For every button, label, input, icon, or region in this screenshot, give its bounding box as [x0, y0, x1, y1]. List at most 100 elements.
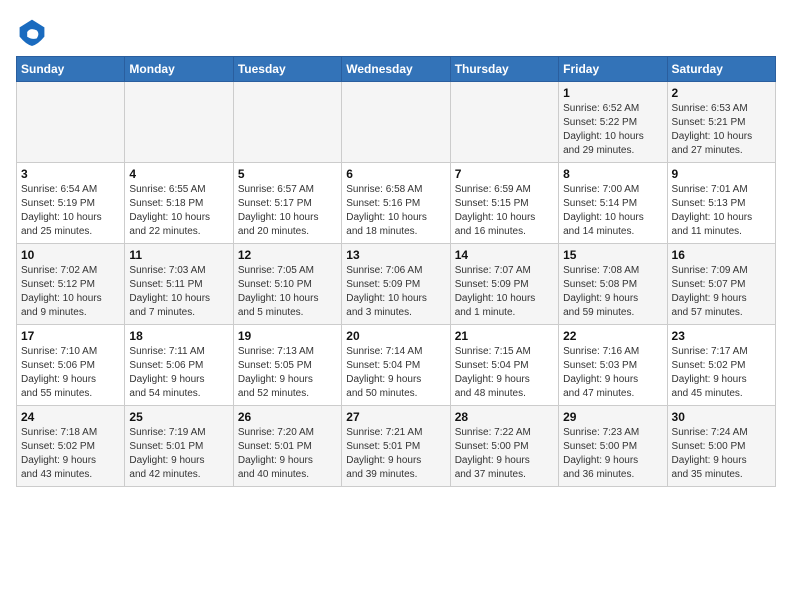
- calendar-header-monday: Monday: [125, 57, 233, 82]
- day-info: Sunrise: 6:52 AM Sunset: 5:22 PM Dayligh…: [563, 102, 662, 158]
- day-info: Sunrise: 7:24 AM Sunset: 5:00 PM Dayligh…: [672, 426, 771, 482]
- calendar-week-row: 10 Sunrise: 7:02 AM Sunset: 5:12 PM Dayli…: [17, 244, 776, 325]
- day-number: 23: [672, 329, 771, 343]
- calendar-cell: 23 Sunrise: 7:17 AM Sunset: 5:02 PM Dayli…: [667, 325, 775, 406]
- day-info: Sunrise: 7:23 AM Sunset: 5:00 PM Dayligh…: [563, 426, 662, 482]
- page-header: [16, 16, 776, 48]
- calendar-week-row: 17 Sunrise: 7:10 AM Sunset: 5:06 PM Dayli…: [17, 325, 776, 406]
- day-info: Sunrise: 7:21 AM Sunset: 5:01 PM Dayligh…: [346, 426, 445, 482]
- day-number: 1: [563, 86, 662, 100]
- day-info: Sunrise: 7:09 AM Sunset: 5:07 PM Dayligh…: [672, 264, 771, 320]
- day-info: Sunrise: 6:58 AM Sunset: 5:16 PM Dayligh…: [346, 183, 445, 239]
- day-info: Sunrise: 7:03 AM Sunset: 5:11 PM Dayligh…: [129, 264, 228, 320]
- day-info: Sunrise: 7:17 AM Sunset: 5:02 PM Dayligh…: [672, 345, 771, 401]
- day-info: Sunrise: 7:13 AM Sunset: 5:05 PM Dayligh…: [238, 345, 337, 401]
- logo: [16, 16, 52, 48]
- day-info: Sunrise: 7:02 AM Sunset: 5:12 PM Dayligh…: [21, 264, 120, 320]
- day-number: 22: [563, 329, 662, 343]
- day-number: 10: [21, 248, 120, 262]
- calendar-header-wednesday: Wednesday: [342, 57, 450, 82]
- day-number: 17: [21, 329, 120, 343]
- day-info: Sunrise: 7:08 AM Sunset: 5:08 PM Dayligh…: [563, 264, 662, 320]
- day-number: 29: [563, 410, 662, 424]
- calendar-cell: 29 Sunrise: 7:23 AM Sunset: 5:00 PM Dayli…: [559, 406, 667, 487]
- day-number: 24: [21, 410, 120, 424]
- day-info: Sunrise: 7:01 AM Sunset: 5:13 PM Dayligh…: [672, 183, 771, 239]
- day-number: 28: [455, 410, 554, 424]
- day-number: 25: [129, 410, 228, 424]
- day-info: Sunrise: 6:55 AM Sunset: 5:18 PM Dayligh…: [129, 183, 228, 239]
- calendar-header-thursday: Thursday: [450, 57, 558, 82]
- day-info: Sunrise: 6:57 AM Sunset: 5:17 PM Dayligh…: [238, 183, 337, 239]
- day-number: 9: [672, 167, 771, 181]
- day-info: Sunrise: 7:15 AM Sunset: 5:04 PM Dayligh…: [455, 345, 554, 401]
- day-info: Sunrise: 7:18 AM Sunset: 5:02 PM Dayligh…: [21, 426, 120, 482]
- day-info: Sunrise: 7:20 AM Sunset: 5:01 PM Dayligh…: [238, 426, 337, 482]
- day-info: Sunrise: 7:22 AM Sunset: 5:00 PM Dayligh…: [455, 426, 554, 482]
- calendar-cell: 12 Sunrise: 7:05 AM Sunset: 5:10 PM Dayli…: [233, 244, 341, 325]
- day-info: Sunrise: 7:05 AM Sunset: 5:10 PM Dayligh…: [238, 264, 337, 320]
- calendar-cell: 21 Sunrise: 7:15 AM Sunset: 5:04 PM Dayli…: [450, 325, 558, 406]
- calendar-week-row: 1 Sunrise: 6:52 AM Sunset: 5:22 PM Daylig…: [17, 82, 776, 163]
- day-info: Sunrise: 7:14 AM Sunset: 5:04 PM Dayligh…: [346, 345, 445, 401]
- day-info: Sunrise: 6:59 AM Sunset: 5:15 PM Dayligh…: [455, 183, 554, 239]
- calendar-header-tuesday: Tuesday: [233, 57, 341, 82]
- calendar-table: SundayMondayTuesdayWednesdayThursdayFrid…: [16, 56, 776, 487]
- calendar-cell: 24 Sunrise: 7:18 AM Sunset: 5:02 PM Dayli…: [17, 406, 125, 487]
- day-number: 19: [238, 329, 337, 343]
- calendar-cell: 16 Sunrise: 7:09 AM Sunset: 5:07 PM Dayli…: [667, 244, 775, 325]
- day-info: Sunrise: 6:53 AM Sunset: 5:21 PM Dayligh…: [672, 102, 771, 158]
- calendar-cell: 13Sunrise: 7:06 AM Sunset: 5:09 PM Dayli…: [342, 244, 450, 325]
- day-number: 2: [672, 86, 771, 100]
- calendar-week-row: 24 Sunrise: 7:18 AM Sunset: 5:02 PM Dayli…: [17, 406, 776, 487]
- day-info: Sunrise: 7:11 AM Sunset: 5:06 PM Dayligh…: [129, 345, 228, 401]
- calendar-cell: 2 Sunrise: 6:53 AM Sunset: 5:21 PM Daylig…: [667, 82, 775, 163]
- day-info: Sunrise: 6:54 AM Sunset: 5:19 PM Dayligh…: [21, 183, 120, 239]
- calendar-header-saturday: Saturday: [667, 57, 775, 82]
- day-info: Sunrise: 7:16 AM Sunset: 5:03 PM Dayligh…: [563, 345, 662, 401]
- calendar-week-row: 3 Sunrise: 6:54 AM Sunset: 5:19 PM Daylig…: [17, 163, 776, 244]
- calendar-cell: 27 Sunrise: 7:21 AM Sunset: 5:01 PM Dayli…: [342, 406, 450, 487]
- calendar-cell: 18 Sunrise: 7:11 AM Sunset: 5:06 PM Dayli…: [125, 325, 233, 406]
- calendar-cell: [17, 82, 125, 163]
- logo-icon: [16, 16, 48, 48]
- day-info: Sunrise: 7:07 AM Sunset: 5:09 PM Dayligh…: [455, 264, 554, 320]
- calendar-cell: 8Sunrise: 7:00 AM Sunset: 5:14 PM Daylig…: [559, 163, 667, 244]
- calendar-cell: 30 Sunrise: 7:24 AM Sunset: 5:00 PM Dayli…: [667, 406, 775, 487]
- calendar-cell: 6 Sunrise: 6:58 AM Sunset: 5:16 PM Daylig…: [342, 163, 450, 244]
- calendar-cell: 7 Sunrise: 6:59 AM Sunset: 5:15 PM Daylig…: [450, 163, 558, 244]
- day-number: 26: [238, 410, 337, 424]
- calendar-cell: [125, 82, 233, 163]
- calendar-cell: 3 Sunrise: 6:54 AM Sunset: 5:19 PM Daylig…: [17, 163, 125, 244]
- calendar-cell: [450, 82, 558, 163]
- calendar-cell: 10 Sunrise: 7:02 AM Sunset: 5:12 PM Dayli…: [17, 244, 125, 325]
- day-number: 27: [346, 410, 445, 424]
- day-number: 4: [129, 167, 228, 181]
- calendar-cell: 15Sunrise: 7:08 AM Sunset: 5:08 PM Dayli…: [559, 244, 667, 325]
- day-number: 3: [21, 167, 120, 181]
- calendar-header-friday: Friday: [559, 57, 667, 82]
- calendar-cell: 11 Sunrise: 7:03 AM Sunset: 5:11 PM Dayli…: [125, 244, 233, 325]
- day-number: 5: [238, 167, 337, 181]
- calendar-cell: 9 Sunrise: 7:01 AM Sunset: 5:13 PM Daylig…: [667, 163, 775, 244]
- calendar-cell: 5 Sunrise: 6:57 AM Sunset: 5:17 PM Daylig…: [233, 163, 341, 244]
- calendar-header-sunday: Sunday: [17, 57, 125, 82]
- calendar-cell: 26 Sunrise: 7:20 AM Sunset: 5:01 PM Dayli…: [233, 406, 341, 487]
- day-info: Sunrise: 7:10 AM Sunset: 5:06 PM Dayligh…: [21, 345, 120, 401]
- day-number: 12: [238, 248, 337, 262]
- day-number: 20: [346, 329, 445, 343]
- calendar-cell: 20 Sunrise: 7:14 AM Sunset: 5:04 PM Dayli…: [342, 325, 450, 406]
- day-number: 18: [129, 329, 228, 343]
- calendar-cell: 1 Sunrise: 6:52 AM Sunset: 5:22 PM Daylig…: [559, 82, 667, 163]
- day-number: 30: [672, 410, 771, 424]
- day-number: 14: [455, 248, 554, 262]
- day-number: 16: [672, 248, 771, 262]
- day-number: 6: [346, 167, 445, 181]
- calendar-header-row: SundayMondayTuesdayWednesdayThursdayFrid…: [17, 57, 776, 82]
- day-number: 7: [455, 167, 554, 181]
- day-number: 11: [129, 248, 228, 262]
- calendar-cell: 14 Sunrise: 7:07 AM Sunset: 5:09 PM Dayli…: [450, 244, 558, 325]
- calendar-cell: 25Sunrise: 7:19 AM Sunset: 5:01 PM Dayli…: [125, 406, 233, 487]
- day-number: 21: [455, 329, 554, 343]
- calendar-cell: [233, 82, 341, 163]
